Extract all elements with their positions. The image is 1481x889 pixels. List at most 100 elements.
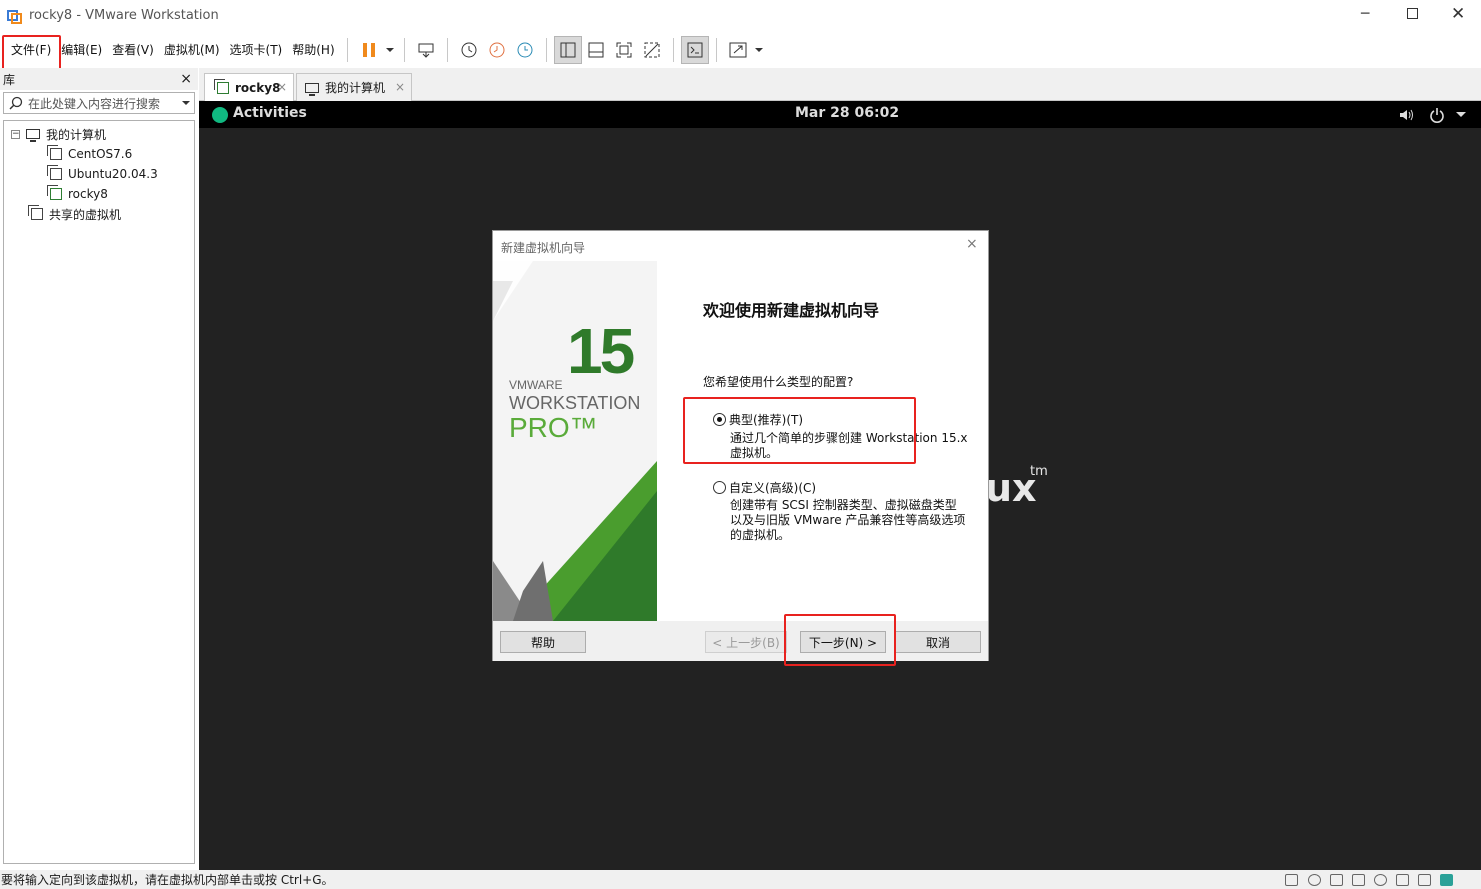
thumbnail-bar-button[interactable] — [582, 36, 610, 64]
toolbar-separator — [346, 37, 348, 62]
tab-strip: rocky8 × 我的计算机 × — [199, 68, 1481, 101]
library-close-icon[interactable]: × — [180, 71, 192, 87]
snapshot-button[interactable] — [455, 36, 483, 64]
status-message: 要将输入定向到该虚拟机，请在虚拟机内部单击或按 Ctrl+G。 — [1, 873, 334, 887]
library-search-input[interactable]: 在此处键入内容进行搜索 — [3, 92, 195, 114]
pro-wordmark: PRO™ — [509, 412, 598, 443]
tab-label: rocky8 — [235, 80, 281, 95]
display-icon[interactable] — [1418, 874, 1431, 886]
tab-close-icon[interactable]: × — [395, 80, 405, 94]
typical-option[interactable]: 典型(推荐)(T) — [713, 411, 803, 428]
sound-icon[interactable] — [1374, 874, 1387, 886]
tree-item-label: CentOS7.6 — [68, 147, 133, 161]
unity-icon — [644, 42, 660, 57]
shared-vm-icon — [28, 205, 43, 220]
vm-running-icon — [47, 185, 62, 200]
printer-icon[interactable] — [1396, 874, 1409, 886]
power-dropdown[interactable] — [383, 36, 397, 64]
chevron-down-icon[interactable] — [1456, 112, 1466, 118]
title-bar: rocky8 - VMware Workstation — [0, 0, 1481, 31]
toolbar-separator — [715, 37, 717, 62]
usb-icon[interactable] — [1352, 874, 1365, 886]
maximize-icon[interactable] — [1407, 8, 1418, 19]
description-line: 的虚拟机。 — [730, 528, 791, 542]
console-view-button[interactable] — [680, 35, 709, 64]
radio-typical[interactable] — [713, 413, 726, 426]
power-icon[interactable] — [1429, 107, 1445, 123]
vm-icon — [47, 165, 62, 180]
radio-custom[interactable] — [713, 481, 726, 494]
collapse-icon[interactable]: − — [11, 129, 20, 139]
revert-snapshot-icon — [489, 42, 505, 57]
stretch-guest-button[interactable] — [724, 36, 752, 64]
tree-item-centos[interactable]: CentOS7.6 — [47, 144, 133, 164]
revert-snapshot-button[interactable] — [483, 36, 511, 64]
library-header: 库 × — [0, 68, 198, 90]
workstation-banner: 15 VMWARE WORKSTATION PRO™ — [493, 261, 657, 621]
tree-item-label: Ubuntu20.04.3 — [68, 167, 158, 181]
background-logo-text: ux — [985, 466, 1037, 510]
tree-item-label: rocky8 — [68, 187, 108, 201]
clock[interactable]: Mar 28 06:02 — [795, 105, 899, 121]
help-button[interactable]: 帮助 — [500, 631, 586, 653]
toolbar-separator — [672, 37, 674, 62]
vmware-app-icon — [7, 8, 23, 24]
volume-icon[interactable] — [1399, 108, 1415, 122]
status-bar: 要将输入定向到该虚拟机，请在虚拟机内部单击或按 Ctrl+G。 — [0, 870, 1481, 889]
dialog-close-icon[interactable]: × — [966, 236, 978, 252]
hdd-icon[interactable] — [1285, 874, 1298, 886]
custom-option[interactable]: 自定义(高级)(C) — [713, 479, 816, 496]
next-button[interactable]: 下一步(N) > — [800, 631, 886, 653]
send-ctrl-alt-del-button[interactable] — [412, 36, 440, 64]
dialog-title: 新建虚拟机向导 — [501, 241, 586, 255]
menu-vm[interactable]: 虚拟机(M) — [159, 38, 225, 62]
network-icon[interactable] — [1330, 874, 1343, 886]
cancel-button[interactable]: 取消 — [895, 631, 981, 653]
new-vm-wizard-dialog: 新建虚拟机向导 × 15 VMWARE WORKSTATION PRO™ 欢迎使… — [492, 230, 989, 661]
activities-button[interactable]: Activities — [233, 105, 307, 121]
tree-item-shared-vms[interactable]: 共享的虚拟机 — [28, 204, 122, 224]
messages-icon[interactable] — [1440, 874, 1453, 886]
menu-view[interactable]: 查看(V) — [107, 38, 159, 62]
back-button[interactable]: < 上一步(B) — [705, 631, 787, 653]
menu-edit[interactable]: 编辑(E) — [56, 38, 107, 62]
search-icon — [9, 96, 23, 110]
wizard-heading: 欢迎使用新建虚拟机向导 — [703, 301, 880, 320]
typical-option-label: 典型(推荐)(T) — [729, 413, 804, 427]
pause-icon — [362, 42, 375, 57]
stretch-icon — [729, 42, 747, 57]
rocky-logo-icon — [212, 107, 228, 123]
menu-tabs[interactable]: 选项卡(T) — [225, 38, 288, 62]
tab-rocky8[interactable]: rocky8 × — [204, 73, 294, 101]
window-title: rocky8 - VMware Workstation — [29, 8, 219, 23]
cdrom-icon[interactable] — [1308, 874, 1321, 886]
show-library-button[interactable] — [553, 35, 582, 64]
description-line: 以及与旧版 VMware 产品兼容性等高级选项 — [730, 513, 966, 527]
chevron-down-icon — [754, 47, 763, 52]
pause-button[interactable] — [355, 36, 383, 64]
snapshot-manager-button[interactable] — [511, 36, 539, 64]
snapshot-manager-icon — [517, 42, 533, 57]
library-view-icon — [560, 42, 576, 57]
unity-button[interactable] — [638, 36, 666, 64]
workstation-wordmark: WORKSTATION — [509, 393, 641, 413]
fullscreen-button[interactable] — [610, 36, 638, 64]
tab-close-icon[interactable]: × — [277, 80, 287, 94]
version-number: 15 — [567, 315, 635, 387]
menu-help[interactable]: 帮助(H) — [287, 38, 339, 62]
computer-icon — [305, 82, 319, 96]
vm-icon — [47, 145, 62, 160]
custom-option-description: 创建带有 SCSI 控制器类型、虚拟磁盘类型 以及与旧版 VMware 产品兼容… — [730, 498, 965, 543]
chevron-down-icon[interactable] — [182, 101, 190, 106]
menu-file[interactable]: 文件(F) — [6, 38, 56, 62]
tree-item-ubuntu[interactable]: Ubuntu20.04.3 — [47, 164, 158, 184]
minimize-icon[interactable]: ─ — [1361, 6, 1369, 22]
tab-my-computer[interactable]: 我的计算机 × — [296, 73, 412, 101]
tab-label: 我的计算机 — [325, 81, 386, 95]
tree-item-my-computer[interactable]: − 我的计算机 — [11, 124, 106, 144]
stretch-dropdown[interactable] — [752, 36, 766, 64]
tree-item-rocky8[interactable]: rocky8 — [47, 184, 108, 204]
tree-item-label: 共享的虚拟机 — [49, 207, 122, 222]
window-controls: ─ ✕ — [1343, 0, 1481, 31]
close-icon[interactable]: ✕ — [1451, 4, 1465, 24]
